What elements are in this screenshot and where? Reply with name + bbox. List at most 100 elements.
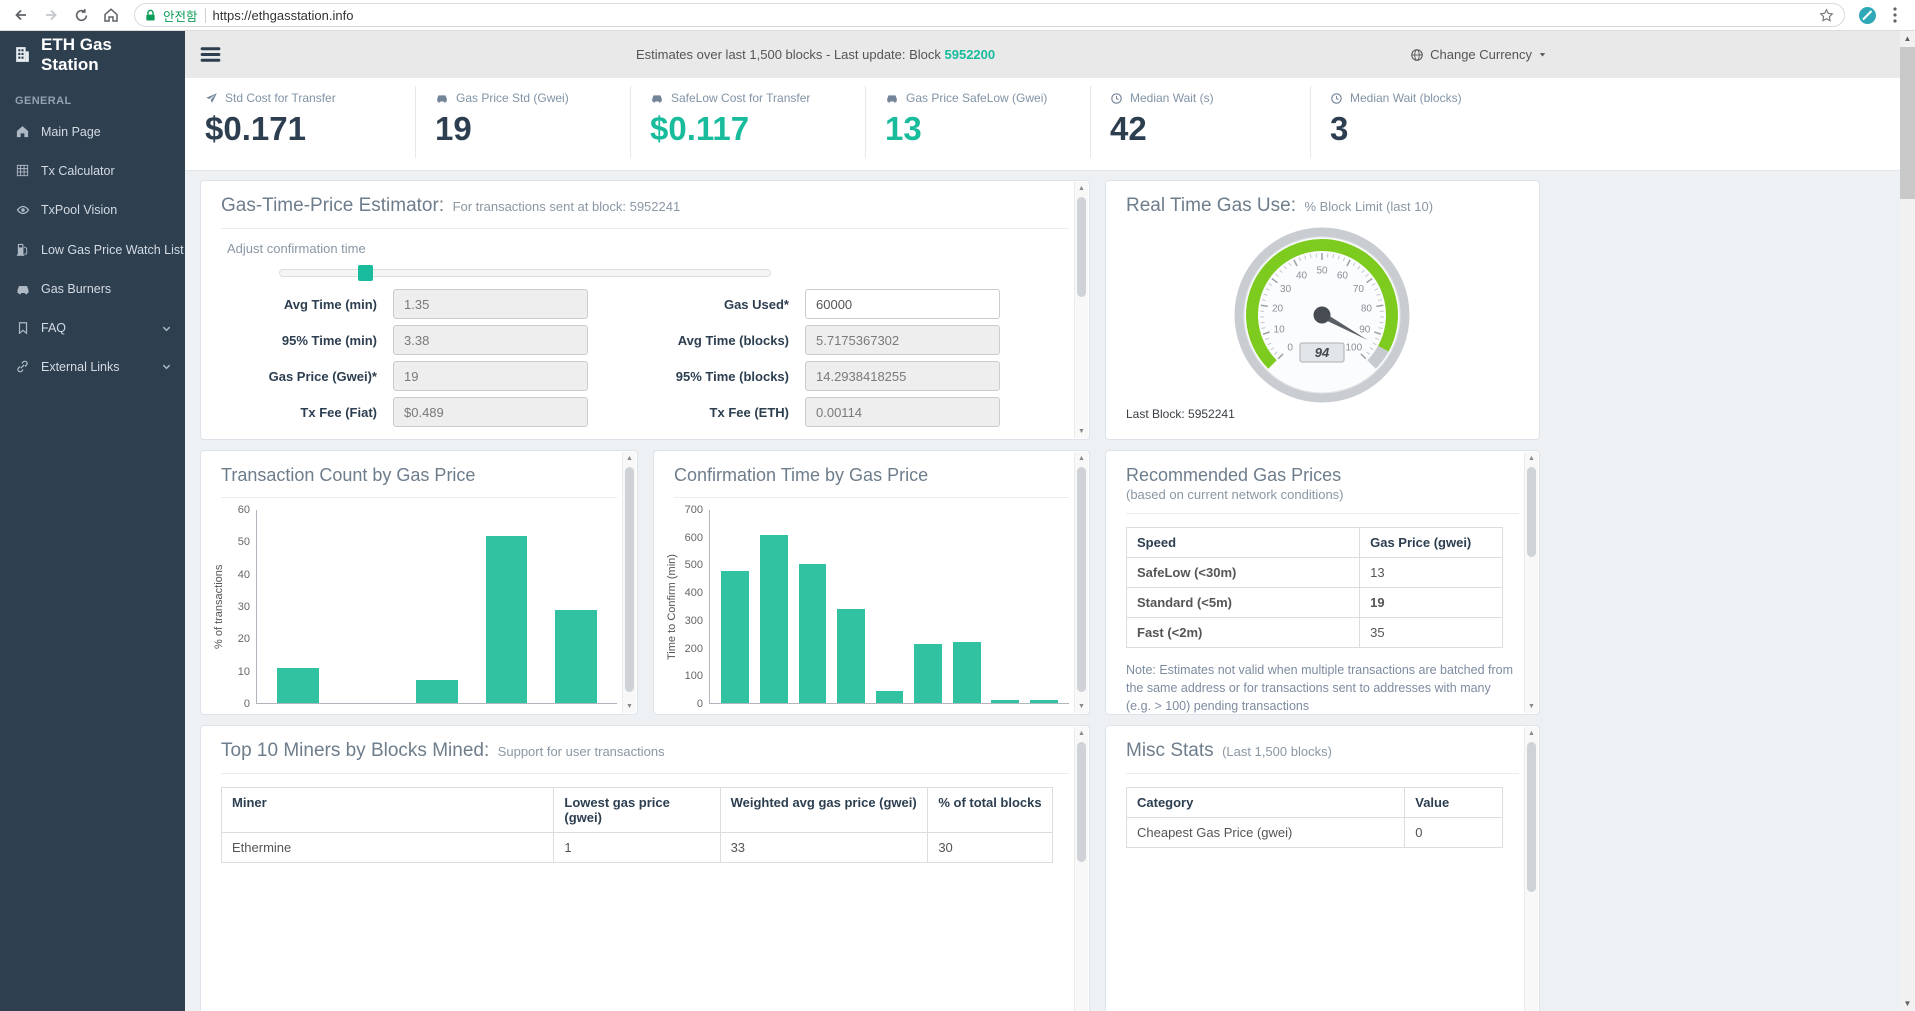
last-block-label: Last Block: 5952241 [1126, 407, 1235, 421]
sidebar-item-txpool-vision[interactable]: TxPool Vision [0, 190, 185, 230]
column-header: Value [1404, 787, 1503, 818]
speed-cell: Standard (<5m) [1125, 587, 1361, 618]
column-header: Miner [220, 787, 555, 833]
y-axis: 0 100 200 300 400 500 600 700 [684, 504, 703, 710]
scroll-down-icon[interactable]: ▼ [1525, 700, 1538, 713]
scrollbar-thumb[interactable] [1077, 742, 1086, 862]
confirmation-time-slider[interactable] [279, 265, 771, 281]
bar [875, 690, 904, 703]
plot-area [256, 510, 617, 704]
scrollbar[interactable]: ▲ ▼ [622, 452, 636, 713]
misc-stats-panel: Misc Stats (Last 1,500 blocks) Category … [1105, 725, 1540, 1011]
bar [276, 667, 319, 703]
scrollbar[interactable]: ▲ ▼ [1074, 452, 1088, 713]
slider-thumb[interactable] [357, 265, 373, 281]
scroll-up-icon[interactable]: ▲ [1075, 182, 1088, 195]
gas-used-field[interactable] [805, 289, 1000, 319]
scrollbar[interactable]: ▲ ▼ [1524, 452, 1538, 713]
home-button[interactable] [98, 2, 124, 28]
scroll-down-icon[interactable]: ▼ [1075, 425, 1088, 438]
scrollbar-thumb[interactable] [1527, 467, 1536, 557]
bookmark-star-icon[interactable] [1819, 7, 1834, 23]
pct-blocks-cell: 30 [927, 832, 1053, 863]
svg-text:60: 60 [1337, 270, 1349, 281]
send-icon [205, 92, 218, 105]
panel-subtitle: Support for user transactions [497, 744, 665, 759]
panel-title: Real Time Gas Use: [1126, 195, 1296, 216]
scrollbar-thumb[interactable] [1527, 742, 1536, 892]
page-scrollbar[interactable]: ▲ ▼ [1900, 31, 1915, 1011]
sidebar-item-label: Gas Burners [41, 282, 112, 296]
svg-text:10: 10 [1274, 324, 1286, 335]
change-currency-button[interactable]: Change Currency [1410, 47, 1547, 62]
back-button[interactable] [8, 2, 34, 28]
gauge-svg: 010 20 30 40 50 60 70 80 90 100 94 [1234, 227, 1410, 403]
building-icon [13, 45, 32, 64]
caret-down-icon [1539, 53, 1546, 57]
scrollbar-thumb[interactable] [1077, 197, 1086, 297]
bar [837, 609, 865, 703]
scrollbar-thumb[interactable] [625, 467, 634, 692]
column-header: Weighted avg gas price (gwei) [719, 787, 929, 833]
price-cell: 13 [1359, 557, 1503, 588]
sidebar-item-gas-burners[interactable]: Gas Burners [0, 269, 185, 309]
bar [416, 680, 458, 703]
hamburger-menu-icon[interactable] [200, 46, 221, 63]
p95-time-blocks-field [805, 361, 1000, 391]
slider-label: Adjust confirmation time [227, 241, 366, 256]
scrollbar[interactable]: ▲ ▼ [1074, 727, 1088, 1011]
scroll-down-icon[interactable]: ▼ [1900, 996, 1915, 1011]
browser-menu-icon[interactable] [1883, 3, 1907, 27]
column-header: Lowest gas price (gwei) [553, 787, 721, 833]
address-bar[interactable]: 안전함 https://ethgasstation.info [134, 3, 1845, 27]
tx-fee-eth-field [805, 397, 1000, 427]
bar [952, 642, 981, 703]
sidebar: ETH Gas Station GENERAL Main Page Tx Cal… [0, 31, 185, 1011]
table-row: SafeLow (<30m) 13 [1125, 557, 1503, 588]
slider-track[interactable] [279, 269, 771, 277]
recommended-gas-prices-panel: Recommended Gas Prices (based on current… [1105, 450, 1540, 715]
panel-title: Recommended Gas Prices [1126, 465, 1342, 485]
url-text: https://ethgasstation.info [212, 7, 354, 23]
table-row: Ethermine 1 33 30 [220, 832, 1053, 863]
car-icon [885, 91, 899, 105]
sidebar-item-main-page[interactable]: Main Page [0, 112, 185, 151]
scroll-up-icon[interactable]: ▲ [1525, 452, 1538, 465]
sidebar-item-tx-calculator[interactable]: Tx Calculator [0, 151, 185, 190]
field-label: Tx Fee (Fiat) [300, 404, 377, 420]
svg-text:50: 50 [1316, 266, 1328, 277]
main-area: Estimates over last 1,500 blocks - Last … [185, 31, 1915, 1011]
speed-cell: Fast (<2m) [1125, 617, 1361, 648]
scroll-up-icon[interactable]: ▲ [1075, 452, 1088, 465]
sidebar-item-faq[interactable]: FAQ [0, 309, 185, 347]
sidebar-item-low-gas-watch-list[interactable]: Low Gas Price Watch List [0, 230, 185, 269]
scroll-up-icon[interactable]: ▲ [1525, 727, 1538, 740]
extension-icon[interactable] [1855, 3, 1879, 27]
car-icon [435, 91, 449, 105]
svg-text:40: 40 [1296, 270, 1308, 281]
scrollbar-thumb[interactable] [1900, 47, 1915, 199]
scrollbar[interactable]: ▲ ▼ [1524, 727, 1538, 1011]
scroll-up-icon[interactable]: ▲ [623, 452, 636, 465]
scrollbar-thumb[interactable] [1077, 467, 1086, 692]
browser-toolbar: 안전함 https://ethgasstation.info [0, 0, 1915, 31]
gauge-value: 94 [1315, 345, 1330, 360]
scrollbar[interactable]: ▲ ▼ [1074, 182, 1088, 438]
change-currency-label: Change Currency [1430, 47, 1532, 62]
bar-chart: Time to Confirm (min) 0 100 200 300 400 500 60… [654, 502, 1089, 710]
avg-time-blocks-field [805, 325, 1000, 355]
scroll-down-icon[interactable]: ▼ [623, 700, 636, 713]
stat-value: $0.171 [205, 110, 306, 147]
panel-subtitle: (Last 1,500 blocks) [1222, 744, 1332, 759]
plot-area [709, 510, 1069, 704]
scroll-down-icon[interactable]: ▼ [1075, 700, 1088, 713]
panel-title: Confirmation Time by Gas Price [674, 465, 929, 485]
sidebar-item-external-links[interactable]: External Links [0, 347, 185, 386]
scroll-up-icon[interactable]: ▲ [1075, 727, 1088, 740]
field-label: Gas Price (Gwei)* [268, 368, 377, 384]
scroll-up-icon[interactable]: ▲ [1900, 31, 1915, 46]
forward-button[interactable] [38, 2, 64, 28]
refresh-button[interactable] [68, 2, 94, 28]
brand[interactable]: ETH Gas Station [0, 31, 185, 78]
table-row: Standard (<5m) 19 [1125, 587, 1503, 618]
